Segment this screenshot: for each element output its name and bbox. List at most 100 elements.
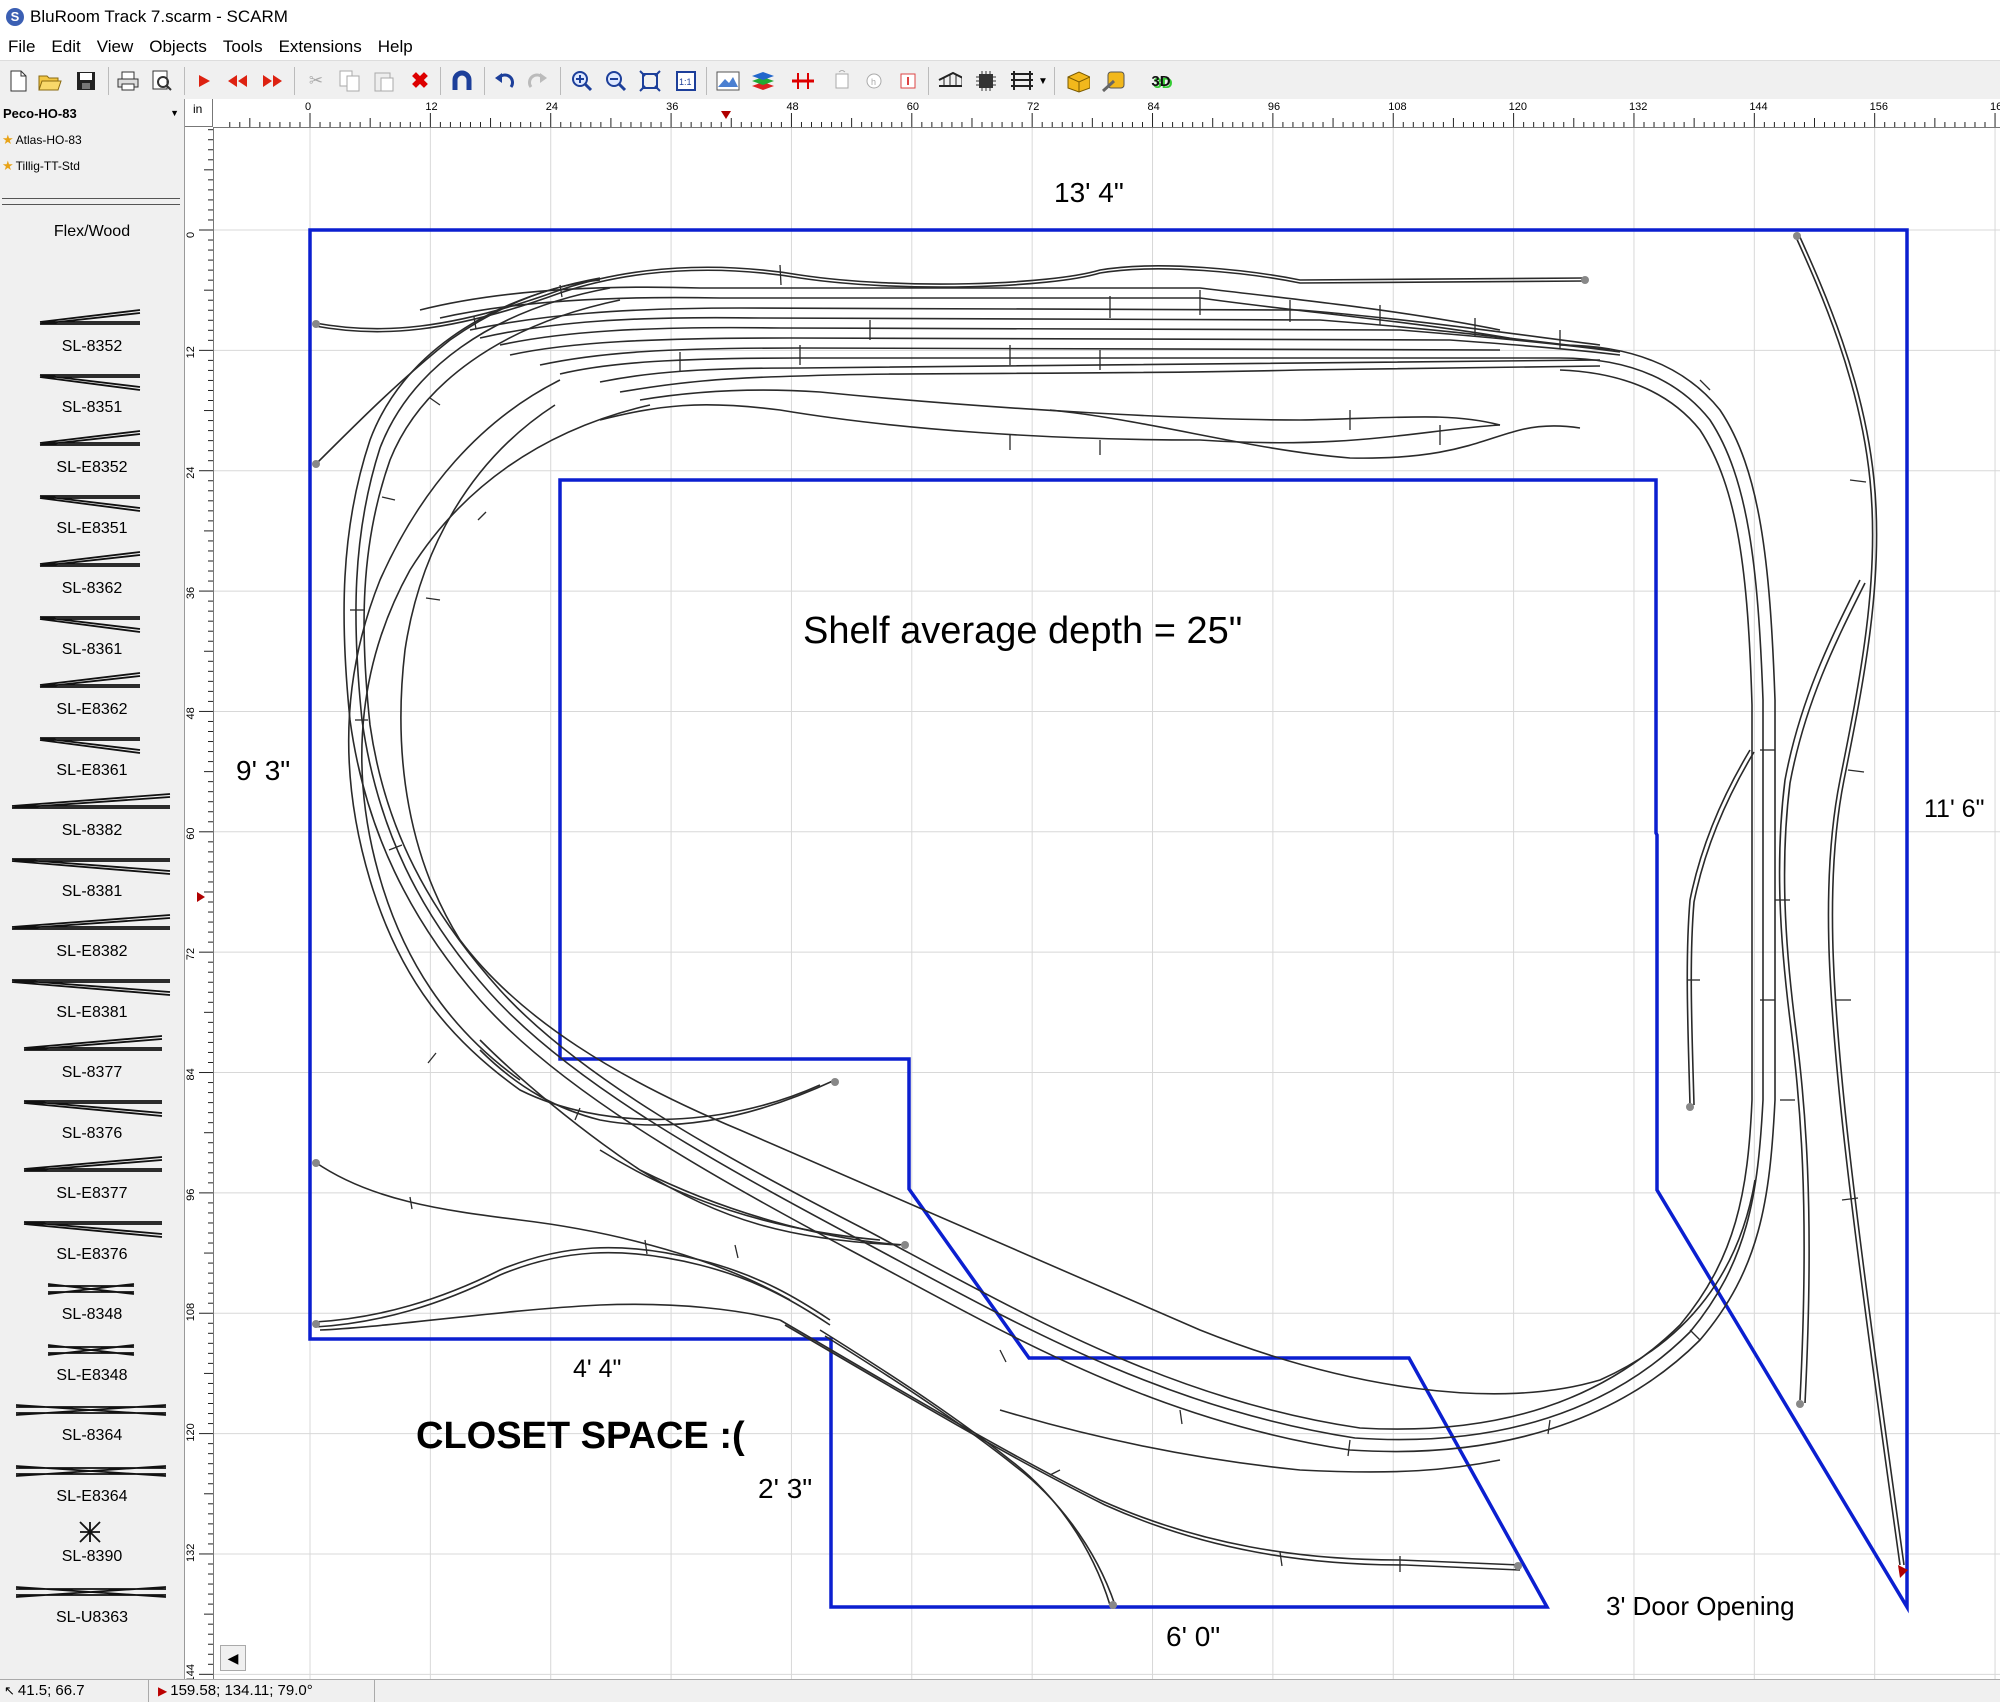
dim-top-width: 13' 4" (1054, 177, 1124, 208)
track-line (1783, 582, 1866, 1404)
save-icon[interactable] (74, 69, 98, 93)
ruler-label: 60 (907, 101, 919, 113)
scroll-left-button[interactable]: ◀ (220, 1645, 246, 1671)
measure-icon[interactable] (1102, 69, 1126, 93)
track-line (509, 337, 1621, 356)
bridge-icon[interactable] (938, 69, 962, 93)
layers-icon[interactable] (750, 69, 774, 93)
rewind-icon[interactable] (226, 69, 250, 93)
dropdown-icon[interactable]: ▼ (1036, 69, 1050, 93)
menu-edit[interactable]: Edit (43, 37, 88, 57)
outer-wall-outline (308, 228, 1909, 1614)
track-line (999, 1409, 1501, 1473)
ruler-label: 24 (185, 466, 197, 478)
zoom-fit-icon[interactable] (638, 69, 662, 93)
part-label: SL-E8377 (56, 1185, 128, 1202)
track-height-icon[interactable] (830, 69, 854, 93)
menu-view[interactable]: View (89, 37, 142, 57)
library-part-sl-e8381[interactable]: SL-E8381 (0, 968, 184, 1028)
zoom-in-icon[interactable] (570, 69, 594, 93)
magnet-icon[interactable] (450, 69, 474, 93)
undo-icon[interactable] (492, 69, 516, 93)
grid-icon[interactable] (1010, 69, 1034, 93)
redo-icon[interactable] (526, 69, 550, 93)
flex-wood-section-label[interactable]: Flex/Wood (0, 223, 184, 241)
arrow-icon: ▶ (158, 1683, 168, 1698)
menu-help[interactable]: Help (370, 37, 421, 57)
view-3d-icon[interactable]: 3D (1146, 69, 1176, 93)
library-part-sl-e8382[interactable]: SL-E8382 (0, 907, 184, 967)
favorite-library-tillig[interactable]: ★ Tillig-TT-Std (2, 158, 80, 174)
dim-closet-depth: 2' 3" (758, 1473, 812, 1504)
sections-icon[interactable]: h (862, 69, 886, 93)
library-part-sl-e8361[interactable]: SL-E8361 (0, 726, 184, 786)
track-layout (314, 234, 1905, 1606)
library-part-sl-8382[interactable]: SL-8382 (0, 786, 184, 846)
part-label: SL-E8348 (56, 1366, 128, 1384)
box-icon[interactable] (1066, 69, 1090, 93)
ruler-label: 144 (185, 1664, 197, 1679)
track-line (400, 404, 1756, 1395)
library-part-sl-8362[interactable]: SL-8362 (0, 544, 184, 604)
part-label: SL-E8382 (56, 943, 128, 960)
library-selected: Peco-HO-83 (3, 105, 77, 121)
zoom-out-icon[interactable] (604, 69, 628, 93)
chevron-down-icon: ▼ (170, 108, 179, 118)
forward-icon[interactable] (260, 69, 284, 93)
library-part-sl-8348[interactable]: SL-8348 (0, 1270, 184, 1330)
run-icon[interactable] (192, 69, 216, 93)
part-label: SL-8364 (61, 1427, 123, 1444)
library-part-sl-8352[interactable]: SL-8352 (0, 302, 184, 362)
zoom-1to1-icon[interactable]: 1:1 (674, 69, 698, 93)
part-label: SL-E8352 (56, 459, 128, 476)
track-line (1794, 234, 1901, 1566)
ruler-label: 0 (185, 232, 197, 238)
print-icon[interactable] (116, 69, 140, 93)
library-part-sl-8364[interactable]: SL-8364 (0, 1391, 184, 1451)
library-part-sl-e8351[interactable]: SL-E8351 (0, 484, 184, 544)
cut-icon[interactable]: ✂ (304, 69, 328, 93)
library-part-sl-8376[interactable]: SL-8376 (0, 1089, 184, 1149)
library-part-sl-e8376[interactable]: SL-E8376 (0, 1210, 184, 1270)
paste-icon[interactable] (372, 69, 396, 93)
library-part-sl-e8362[interactable]: SL-E8362 (0, 665, 184, 725)
turnout-icon (23, 1156, 163, 1172)
track-line (1049, 409, 1581, 459)
library-dropdown[interactable]: Peco-HO-83 ▼ (0, 102, 182, 124)
library-part-sl-8361[interactable]: SL-8361 (0, 605, 184, 665)
chip-icon[interactable] (974, 69, 998, 93)
turnout-icon (23, 1220, 163, 1238)
ruler-label: 132 (185, 1544, 197, 1562)
turnout-icon (11, 914, 171, 930)
ruler-label: 48 (786, 101, 798, 113)
part-label: SL-8348 (61, 1306, 123, 1323)
menu-tools[interactable]: Tools (215, 37, 271, 57)
menu-extensions[interactable]: Extensions (271, 37, 370, 57)
part-label: SL-8352 (61, 338, 123, 355)
library-part-sl-e8348[interactable]: SL-E8348 (0, 1331, 184, 1391)
library-part-sl-8377[interactable]: SL-8377 (0, 1028, 184, 1088)
copy-icon[interactable] (338, 69, 362, 93)
library-part-sl-8390[interactable]: SL-8390 (0, 1512, 184, 1572)
library-part-sl-8381[interactable]: SL-8381 (0, 847, 184, 907)
library-part-sl-e8377[interactable]: SL-E8377 (0, 1149, 184, 1209)
new-file-icon[interactable] (6, 69, 30, 93)
menu-objects[interactable]: Objects (141, 37, 215, 57)
dim-right-height: 11' 6" (1924, 795, 1984, 823)
ruler-label: 24 (546, 101, 558, 113)
flex-track-icon[interactable] (790, 69, 814, 93)
menu-file[interactable]: File (0, 37, 43, 57)
part-label: SL-8382 (61, 822, 123, 839)
track-line (1686, 749, 1751, 1106)
favorite-library-atlas[interactable]: ★ Atlas-HO-83 (2, 132, 82, 148)
library-part-sl-e8352[interactable]: SL-E8352 (0, 423, 184, 483)
library-part-sl-u8363[interactable]: SL-U8363 (0, 1573, 184, 1633)
print-preview-icon[interactable] (150, 69, 174, 93)
layout-canvas[interactable]: 13' 4" 9' 3" 11' 6" Shelf average depth … (214, 109, 2000, 1679)
tunnel-icon[interactable] (896, 69, 920, 93)
library-part-sl-e8364[interactable]: SL-E8364 (0, 1452, 184, 1512)
library-part-sl-8351[interactable]: SL-8351 (0, 363, 184, 423)
delete-icon[interactable]: ✖ (408, 68, 432, 93)
terrain-icon[interactable] (716, 69, 740, 93)
open-folder-icon[interactable] (38, 69, 62, 93)
